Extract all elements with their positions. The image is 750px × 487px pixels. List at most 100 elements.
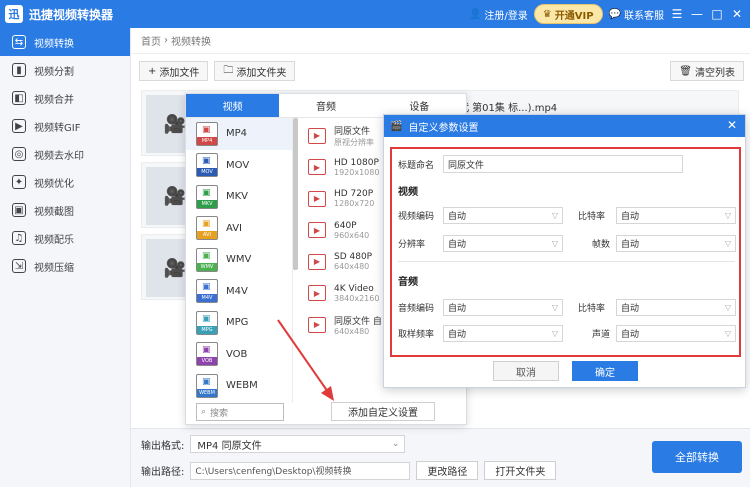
sidebar-item-optimize[interactable]: ✦ 视频优化 (0, 168, 130, 196)
sidebar-item-watermark[interactable]: ◎ 视频去水印 (0, 140, 130, 168)
breadcrumb-home[interactable]: 首页 (141, 33, 161, 48)
format-item-m4v[interactable]: ▣ M4V M4V (186, 276, 292, 308)
chevron-down-icon: ▽ (551, 303, 558, 312)
format-item-vob[interactable]: ▣ VOB VOB (186, 339, 292, 371)
vip-button[interactable]: ♛ 开通VIP (533, 4, 603, 24)
sidebar-item-convert[interactable]: ⇆ 视频转换 (0, 28, 130, 56)
chevron-down-icon: ▽ (724, 303, 731, 312)
mpg-file-icon: ▣ MPG (196, 310, 218, 335)
tab-video[interactable]: 视频 (186, 94, 280, 117)
add-file-button[interactable]: + 添加文件 (139, 61, 209, 81)
open-folder-button[interactable]: 打开文件夹 (484, 461, 557, 480)
section-divider (398, 261, 735, 262)
format-item-avi[interactable]: ▣ AVI AVI (186, 213, 292, 245)
app-title: 迅捷视频转换器 (29, 7, 114, 22)
title-bar: 迅 迅捷视频转换器 👤 注册/登录 ♛ 开通VIP 💬 联系客服 ☰ — □ ✕ (0, 0, 750, 28)
video-codec-select[interactable]: 自动 ▽ (443, 207, 563, 224)
sidebar-item-split[interactable]: ▮ 视频分割 (0, 56, 130, 84)
format-item-mp4[interactable]: ▣ MP4 MP4 (186, 118, 292, 150)
output-path-field[interactable]: C:\Users\cenfeng\Desktop\视频转换 (190, 461, 411, 480)
cancel-button[interactable]: 取消 (493, 361, 559, 381)
sidebar-item-label: 视频压缩 (34, 262, 74, 274)
service-link[interactable]: 💬 联系客服 (609, 7, 664, 22)
audio-codec-select[interactable]: 自动 ▽ (443, 299, 563, 316)
chevron-down-icon: ⌄ (391, 439, 400, 449)
resolution-name: HD 720P (334, 189, 374, 200)
resolution-name: 640P (334, 220, 357, 231)
sidebar-item-music[interactable]: ♫ 视频配乐 (0, 224, 130, 252)
format-list-scrollbar[interactable] (293, 118, 298, 270)
format-item-mov[interactable]: ▣ MOV MOV (186, 150, 292, 182)
channel-select[interactable]: 自动 ▽ (616, 325, 736, 342)
add-folder-button[interactable]: 🗀 添加文件夹 (214, 61, 296, 81)
title-name-input[interactable]: 同原文件 (443, 155, 683, 173)
sidebar-item-merge[interactable]: ◧ 视频合并 (0, 84, 130, 112)
maximize-icon[interactable]: □ (710, 7, 724, 21)
minimize-icon[interactable]: — (690, 7, 704, 21)
sidebar: ⇆ 视频转换 ▮ 视频分割 ◧ 视频合并 ▶ 视频转GIF ◎ 视频去水印 ✦ 视频优化 ▣… (0, 28, 131, 487)
sidebar-item-screenshot[interactable]: ▣ 视频截图 (0, 196, 130, 224)
screenshot-icon: ▣ (12, 203, 26, 217)
file-name: 代 第01集 标...).mp4 (459, 103, 558, 114)
menu-icon[interactable]: ☰ (670, 7, 684, 21)
select-value: 自动 (621, 240, 640, 250)
format-label: WMV (226, 254, 252, 266)
crown-icon: ♛ (542, 8, 552, 20)
add-custom-settings-button[interactable]: 添加自定义设置 (331, 402, 435, 421)
sidebar-item-label: 视频转换 (34, 38, 74, 50)
wmv-file-icon: ▣ WMV (196, 247, 218, 272)
sample-rate-select[interactable]: 自动 ▽ (443, 325, 563, 342)
format-item-wmv[interactable]: ▣ WMV WMV (186, 244, 292, 276)
film-icon: ▶ (308, 222, 326, 239)
sidebar-item-compress[interactable]: ⇲ 视频压缩 (0, 252, 130, 280)
login-link[interactable]: 👤 注册/登录 (469, 7, 528, 22)
video-section-title: 视频 (398, 187, 418, 198)
confirm-button[interactable]: 确定 (572, 361, 638, 381)
plus-icon: + (148, 65, 157, 77)
format-label: MOV (226, 159, 250, 171)
resolution-size: 原视分辨率 (334, 137, 374, 147)
search-icon: ⌕ (201, 407, 207, 417)
folder-icon: 🗀 (223, 64, 234, 76)
format-label: MP4 (226, 128, 248, 140)
chat-icon: 💬 (608, 8, 621, 20)
change-path-button[interactable]: 更改路径 (416, 461, 479, 480)
resolution-name: 4K Video (334, 283, 374, 294)
sample-rate-label: 取样频率 (398, 330, 435, 340)
select-value: 自动 (448, 330, 467, 340)
audio-bitrate-select[interactable]: 自动 ▽ (616, 299, 736, 316)
resolution-size: 960x640 (334, 230, 370, 240)
search-placeholder: 搜索 (210, 408, 229, 419)
format-search-input[interactable]: ⌕ 搜索 (196, 403, 284, 421)
dialog-title: 自定义参数设置 (408, 122, 479, 134)
format-item-mpg[interactable]: ▣ MPG MPG (186, 307, 292, 339)
resolution-size: 640x480 (334, 326, 370, 336)
tab-audio[interactable]: 音频 (279, 94, 372, 117)
format-item-mkv[interactable]: ▣ MKV MKV (186, 181, 292, 213)
sidebar-item-gif[interactable]: ▶ 视频转GIF (0, 112, 130, 140)
add-folder-label: 添加文件夹 (236, 67, 287, 79)
select-value: 自动 (621, 304, 640, 314)
film-icon: ▶ (308, 316, 326, 333)
video-bitrate-select[interactable]: 自动 ▽ (616, 207, 736, 224)
convert-all-button[interactable]: 全部转换 (652, 441, 742, 473)
chevron-down-icon: ▽ (551, 239, 558, 248)
format-item-webm[interactable]: ▣ WEBM WEBM (186, 370, 292, 402)
output-format-select[interactable]: MP4 同原文件 ⌄ (190, 435, 406, 453)
format-label: AVI (226, 222, 242, 234)
breadcrumb: 首页 › 视频转换 (131, 28, 750, 54)
clear-list-label: 清空列表 (695, 67, 735, 79)
output-format-value: MP4 同原文件 (197, 440, 262, 452)
close-icon[interactable]: ✕ (730, 7, 744, 21)
clear-list-button[interactable]: 🗑 清空列表 (670, 61, 744, 81)
resolution-select[interactable]: 自动 ▽ (443, 235, 563, 252)
resolution-size: 1280x720 (334, 199, 375, 209)
format-label: MPG (226, 317, 249, 329)
sidebar-item-label: 视频合并 (34, 94, 74, 106)
settings-frame: 标题命名 同原文件 视频 视频编码 自动 ▽ 比特率 自动 ▽ 分辨率 自动 ▽ 帧数… (390, 147, 741, 357)
close-icon[interactable]: ✕ (727, 118, 737, 132)
mov-file-icon: ▣ MOV (196, 153, 218, 178)
channel-label: 声道 (591, 330, 610, 340)
fps-select[interactable]: 自动 ▽ (616, 235, 736, 252)
film-icon: ▶ (308, 190, 326, 207)
